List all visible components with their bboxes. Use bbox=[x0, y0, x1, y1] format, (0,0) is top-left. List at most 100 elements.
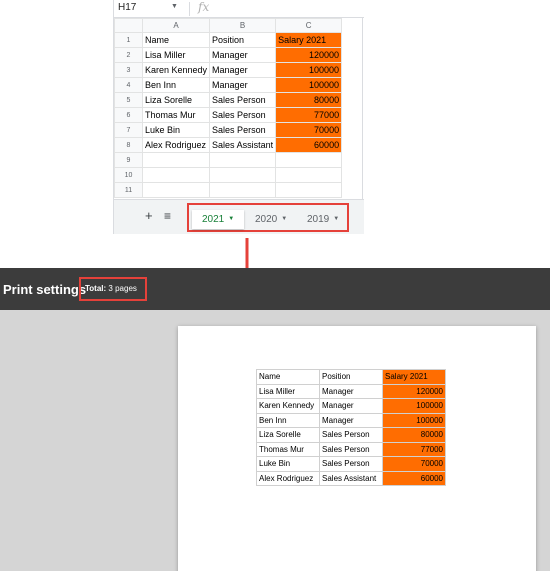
row-header[interactable]: 2 bbox=[114, 47, 143, 63]
cell[interactable]: Luke Bin bbox=[141, 122, 211, 138]
caret-down-icon: ▼ bbox=[281, 216, 288, 223]
row-header[interactable]: 4 bbox=[114, 77, 143, 93]
cell[interactable] bbox=[209, 182, 277, 198]
cell[interactable]: Salary 2021 bbox=[275, 32, 343, 48]
cell[interactable] bbox=[209, 167, 277, 183]
print-settings-title: Print settings bbox=[3, 282, 87, 297]
tab-2021[interactable]: 2021 ▼ bbox=[192, 210, 244, 229]
tab-2019[interactable]: 2019 ▼ bbox=[299, 210, 347, 229]
cell[interactable]: Sales Person bbox=[209, 92, 277, 108]
row-header[interactable]: 5 bbox=[114, 92, 143, 108]
tab-label: 2019 bbox=[307, 214, 330, 225]
table-row: Karen Kennedy Manager 100000 bbox=[256, 398, 446, 414]
plus-icon[interactable]: + bbox=[145, 208, 153, 223]
table-row: Alex Rodriguez Sales Assistant 60000 bbox=[256, 470, 446, 486]
cell[interactable]: Liza Sorelle bbox=[141, 92, 211, 108]
formula-separator bbox=[189, 2, 190, 16]
preview-cell: Position bbox=[319, 369, 383, 385]
cell[interactable]: Manager bbox=[209, 77, 277, 93]
total-pages: Total: 3 pages bbox=[85, 284, 137, 293]
caret-down-icon: ▼ bbox=[228, 216, 235, 223]
row-header[interactable]: 3 bbox=[114, 62, 143, 78]
tab-label: 2021 bbox=[202, 214, 225, 225]
column-header-c[interactable]: C bbox=[275, 18, 343, 33]
list-icon[interactable]: ≡ bbox=[164, 209, 171, 223]
preview-cell: Ben Inn bbox=[256, 412, 320, 428]
preview-cell: Thomas Mur bbox=[256, 441, 320, 457]
table-row: 2 Lisa Miller Manager 120000 bbox=[114, 47, 343, 63]
cell[interactable] bbox=[141, 167, 211, 183]
cell[interactable] bbox=[275, 167, 343, 183]
corner-cell[interactable] bbox=[114, 18, 143, 33]
table-row: 7 Luke Bin Sales Person 70000 bbox=[114, 122, 343, 138]
row-header[interactable]: 11 bbox=[114, 182, 143, 198]
table-row: Lisa Miller Manager 120000 bbox=[256, 383, 446, 399]
fx-icon: fx bbox=[198, 0, 210, 14]
tab-2020[interactable]: 2020 ▼ bbox=[249, 210, 295, 229]
cell[interactable]: Ben Inn bbox=[141, 77, 211, 93]
table-row: 9 bbox=[114, 152, 343, 168]
total-value: 3 pages bbox=[108, 284, 137, 293]
cell[interactable]: Sales Person bbox=[209, 107, 277, 123]
row-header[interactable]: 6 bbox=[114, 107, 143, 123]
cell[interactable]: Karen Kennedy bbox=[141, 62, 211, 78]
preview-cell: Sales Person bbox=[319, 441, 383, 457]
cell[interactable]: 120000 bbox=[275, 47, 343, 63]
cell[interactable]: 77000 bbox=[275, 107, 343, 123]
preview-cell: Sales Person bbox=[319, 456, 383, 472]
cell[interactable]: 70000 bbox=[275, 122, 343, 138]
cell[interactable]: Alex Rodriguez bbox=[141, 137, 211, 153]
cell[interactable]: 80000 bbox=[275, 92, 343, 108]
row-header[interactable]: 7 bbox=[114, 122, 143, 138]
caret-down-icon: ▼ bbox=[333, 216, 340, 223]
preview-cell: Luke Bin bbox=[256, 456, 320, 472]
cell[interactable]: 100000 bbox=[275, 77, 343, 93]
cell[interactable]: Name bbox=[141, 32, 211, 48]
row-header[interactable]: 8 bbox=[114, 137, 143, 153]
sheet-tab-bar: + ≡ 2021 ▼ 2020 ▼ 2019 ▼ bbox=[114, 199, 364, 234]
preview-cell: Liza Sorelle bbox=[256, 427, 320, 443]
table-row: 6 Thomas Mur Sales Person 77000 bbox=[114, 107, 343, 123]
tabs-highlight-box: 2021 ▼ 2020 ▼ 2019 ▼ bbox=[187, 203, 349, 232]
preview-cell: 120000 bbox=[382, 383, 446, 399]
cell[interactable] bbox=[275, 152, 343, 168]
print-preview-area: Name Position Salary 2021 Lisa Miller Manage… bbox=[0, 310, 550, 571]
preview-cell: 77000 bbox=[382, 441, 446, 457]
spreadsheet: H17 ▼ fx A B C 1 Name Position Salary 2021 2 Lis… bbox=[113, 0, 364, 234]
column-header-a[interactable]: A bbox=[141, 18, 211, 33]
cell[interactable] bbox=[209, 152, 277, 168]
preview-cell: 100000 bbox=[382, 412, 446, 428]
preview-cell: 100000 bbox=[382, 398, 446, 414]
preview-cell: Sales Person bbox=[319, 427, 383, 443]
cell[interactable]: Manager bbox=[209, 47, 277, 63]
cell[interactable]: Sales Assistant bbox=[209, 137, 277, 153]
table-row: Name Position Salary 2021 bbox=[256, 369, 446, 385]
cell[interactable]: Lisa Miller bbox=[141, 47, 211, 63]
tab-label: 2020 bbox=[255, 214, 278, 225]
column-header-b[interactable]: B bbox=[209, 18, 277, 33]
name-box[interactable]: H17 bbox=[118, 2, 136, 13]
cell[interactable] bbox=[141, 152, 211, 168]
name-box-dropdown-icon[interactable]: ▼ bbox=[171, 3, 178, 10]
cell[interactable]: Sales Person bbox=[209, 122, 277, 138]
cell[interactable] bbox=[141, 182, 211, 198]
row-header[interactable]: 10 bbox=[114, 167, 143, 183]
table-row: 10 bbox=[114, 167, 343, 183]
table-row: 1 Name Position Salary 2021 bbox=[114, 32, 343, 48]
preview-cell: Name bbox=[256, 369, 320, 385]
print-settings-bar: Print settings Total: 3 pages bbox=[0, 268, 550, 310]
cell[interactable]: Thomas Mur bbox=[141, 107, 211, 123]
cell[interactable]: Manager bbox=[209, 62, 277, 78]
row-header[interactable]: 1 bbox=[114, 32, 143, 48]
preview-cell: Manager bbox=[319, 383, 383, 399]
cell[interactable]: 60000 bbox=[275, 137, 343, 153]
table-row: 3 Karen Kennedy Manager 100000 bbox=[114, 62, 343, 78]
preview-cell: Karen Kennedy bbox=[256, 398, 320, 414]
formula-bar: H17 ▼ fx bbox=[114, 0, 364, 18]
cell[interactable]: Position bbox=[209, 32, 277, 48]
row-header[interactable]: 9 bbox=[114, 152, 143, 168]
preview-cell: Sales Assistant bbox=[319, 470, 383, 486]
cell[interactable] bbox=[275, 182, 343, 198]
table-row: Thomas Mur Sales Person 77000 bbox=[256, 441, 446, 457]
cell[interactable]: 100000 bbox=[275, 62, 343, 78]
